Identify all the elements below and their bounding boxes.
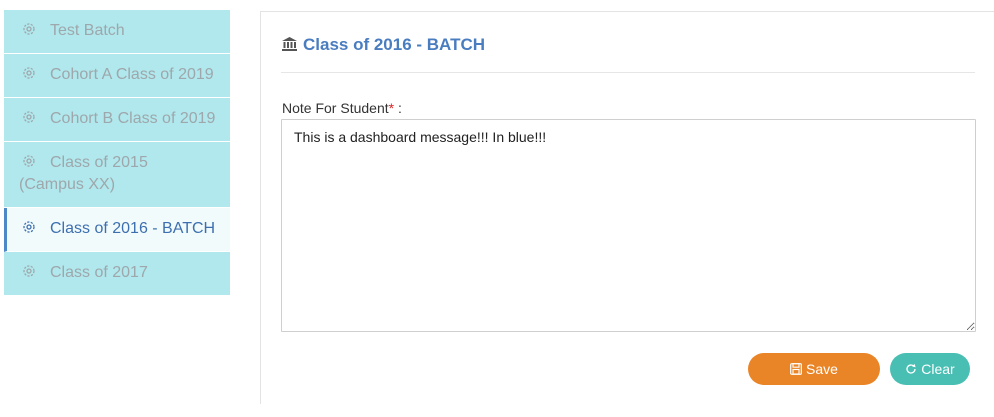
sidebar-item-class-2015[interactable]: Class of 2015 (Campus XX) [4,142,230,208]
sidebar-item-test-batch[interactable]: Test Batch [4,10,230,54]
sidebar-item-label: Class of 2016 - BATCH [50,220,216,237]
bank-icon [281,36,298,52]
panel-header: Class of 2016 - BATCH [281,34,975,73]
sidebar-item-class-2017[interactable]: Class of 2017 [4,252,230,296]
note-label-text: Note For Student [282,100,389,116]
batch-note-panel: Class of 2016 - BATCH Note For Student* … [260,11,994,409]
sidebar-item-label: Cohort A Class of 2019 [50,66,214,83]
batch-sidebar: Test Batch Cohort A Class of 2019 Cohort… [4,10,230,296]
note-field-label: Note For Student* : [282,100,402,116]
gear-icon [21,263,37,279]
sidebar-item-cohort-a[interactable]: Cohort A Class of 2019 [4,54,230,98]
sidebar-item-label: Test Batch [50,22,125,39]
sidebar-item-class-2016[interactable]: Class of 2016 - BATCH [4,208,230,252]
gear-icon [21,65,37,81]
sidebar-item-cohort-b[interactable]: Cohort B Class of 2019 [4,98,230,142]
refresh-icon [905,354,917,374]
sidebar-item-label: Class of 2017 [50,264,148,281]
clear-button[interactable]: Clear [890,353,970,385]
clear-button-label: Clear [921,361,955,377]
save-icon [790,354,802,375]
label-suffix: : [394,100,402,116]
gear-icon [21,153,37,169]
gear-icon [21,21,37,37]
save-changes-button[interactable]: Save changes [748,353,880,409]
sidebar-item-label: Class of 2015 (Campus XX) [19,154,148,193]
gear-icon [21,219,37,235]
note-for-student-textarea[interactable] [281,119,976,332]
gear-icon [21,109,37,125]
sidebar-item-label: Cohort B Class of 2019 [50,110,216,127]
panel-title-text: Class of 2016 - BATCH [303,35,486,54]
page-title: Class of 2016 - BATCH [281,34,975,56]
